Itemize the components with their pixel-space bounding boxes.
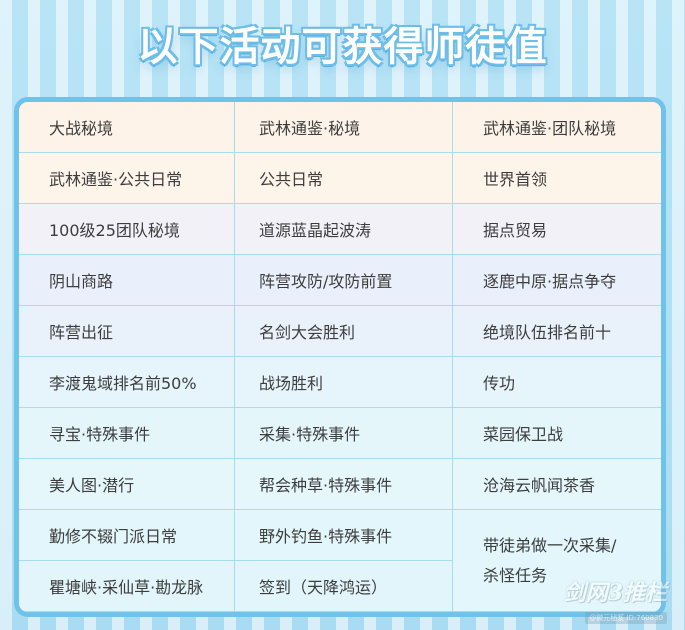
table-cell: 勤修不辍门派日常: [19, 510, 235, 561]
table-cell: 签到（天降鸿运）: [235, 561, 453, 612]
table-cell: 寻宝·特殊事件: [19, 408, 235, 459]
table-cell: 阵营出征: [19, 306, 235, 357]
table-cell: 阴山商路: [19, 255, 235, 306]
table-cell: 沧海云帆闻茶香: [453, 459, 661, 510]
table-cell: 公共日常: [235, 153, 453, 204]
watermark: 剑网3推栏 @微元秘笈 ID:760830: [564, 581, 667, 624]
table-cell: 逐鹿中原·据点争夺: [453, 255, 661, 306]
watermark-id-text: @微元秘笈 ID:760830: [585, 612, 667, 624]
table-cell: 瞿塘峡·采仙草·勘龙脉: [19, 561, 235, 612]
page-title: 以下活动可获得师徒值: [137, 24, 548, 70]
table-cell: 帮会种草·特殊事件: [235, 459, 453, 510]
table-cell: 大战秘境: [19, 102, 235, 153]
table-cell: 李渡鬼域排名前50%: [19, 357, 235, 408]
table-cell: 武林通鉴·公共日常: [19, 153, 235, 204]
table-cell: 据点贸易: [453, 204, 661, 255]
table-cell: 战场胜利: [235, 357, 453, 408]
watermark-logo-text: 剑网3推栏: [563, 580, 667, 606]
table-cell: 传功: [453, 357, 661, 408]
table-cell: 名剑大会胜利: [235, 306, 453, 357]
table-cell: 阵营攻防/攻防前置: [235, 255, 453, 306]
activity-table: 大战秘境 武林通鉴·秘境 武林通鉴·团队秘境武林通鉴·公共日常 公共日常 世界首领 100…: [14, 97, 666, 617]
activity-grid: 大战秘境 武林通鉴·秘境 武林通鉴·团队秘境武林通鉴·公共日常 公共日常 世界首领 100…: [19, 102, 661, 612]
table-cell: 武林通鉴·团队秘境: [453, 102, 661, 153]
table-cell: 世界首领: [453, 153, 661, 204]
table-cell: 绝境队伍排名前十: [453, 306, 661, 357]
table-cell: 100级25团队秘境: [19, 204, 235, 255]
table-cell: 采集·特殊事件: [235, 408, 453, 459]
table-cell: 武林通鉴·秘境: [235, 102, 453, 153]
table-cell: 菜园保卫战: [453, 408, 661, 459]
table-cell: 美人图·潜行: [19, 459, 235, 510]
table-cell: 道源蓝晶起波涛: [235, 204, 453, 255]
table-cell: 野外钓鱼·特殊事件: [235, 510, 453, 561]
